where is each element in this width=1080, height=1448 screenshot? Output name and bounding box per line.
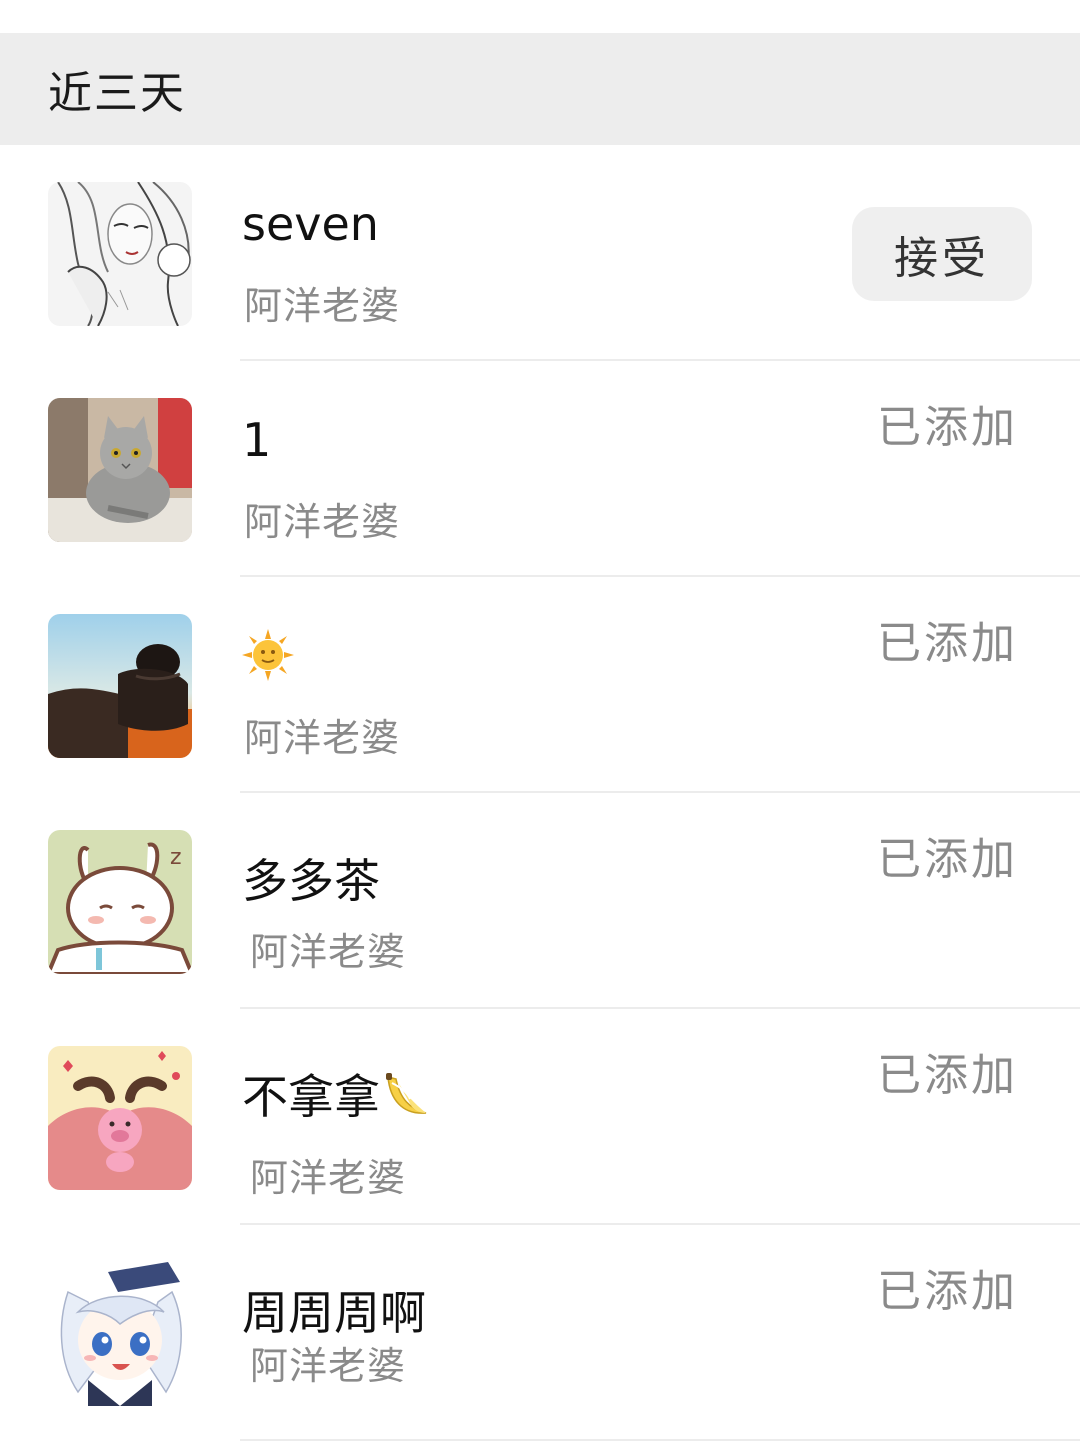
request-remark: 阿洋老婆 xyxy=(250,1344,407,1388)
sleepy-bunny-avatar[interactable]: z xyxy=(48,830,192,974)
added-status: 已添加 xyxy=(877,618,1018,669)
request-remark: 阿洋老婆 xyxy=(250,1156,407,1200)
top-spacer xyxy=(0,0,1080,33)
requester-nickname: seven xyxy=(242,197,379,251)
cat-avatar[interactable] xyxy=(48,398,192,542)
section-title: 近三天 xyxy=(48,68,186,119)
friend-request-row[interactable]: 不拿拿 阿洋老婆 已添加 xyxy=(0,1009,1080,1225)
added-status: 已添加 xyxy=(877,1050,1018,1101)
svg-text:z: z xyxy=(170,845,182,870)
sunset-person-avatar[interactable] xyxy=(48,614,192,758)
friend-request-row[interactable]: seven 阿洋老婆 接受 xyxy=(0,145,1080,361)
row-divider xyxy=(240,1439,1080,1441)
friend-request-row[interactable]: 周周周啊 阿洋老婆 已添加 xyxy=(0,1225,1080,1441)
requester-nickname: 1 xyxy=(242,413,272,467)
request-remark: 阿洋老婆 xyxy=(244,500,401,544)
friend-request-row[interactable]: z 多多茶 阿洋老婆 已添加 xyxy=(0,793,1080,1009)
manga-girl-avatar[interactable] xyxy=(48,182,192,326)
added-status: 已添加 xyxy=(877,402,1018,453)
requester-nickname: 周周周啊 xyxy=(242,1286,426,1340)
anime-girl-avatar[interactable] xyxy=(48,1262,192,1406)
requester-nickname: 多多茶 xyxy=(242,854,380,908)
added-status: 已添加 xyxy=(877,1266,1018,1317)
friend-request-list: seven 阿洋老婆 接受 1 阿洋老婆 已添加 阿洋老婆 已添加 z 多多茶 … xyxy=(0,145,1080,1441)
request-remark: 阿洋老婆 xyxy=(244,284,401,328)
banana-emoji-icon xyxy=(380,1069,432,1132)
request-remark: 阿洋老婆 xyxy=(250,930,407,974)
friend-request-row[interactable]: 阿洋老婆 已添加 xyxy=(0,577,1080,793)
sun-face-emoji-icon xyxy=(242,629,294,692)
pink-pig-avatar[interactable] xyxy=(48,1046,192,1190)
requester-nickname: 不拿拿 xyxy=(242,1061,432,1132)
accept-button[interactable]: 接受 xyxy=(852,207,1032,301)
friend-request-row[interactable]: 1 阿洋老婆 已添加 xyxy=(0,361,1080,577)
added-status: 已添加 xyxy=(877,834,1018,885)
requester-nickname xyxy=(242,629,294,692)
section-header: 近三天 xyxy=(0,33,1080,145)
request-remark: 阿洋老婆 xyxy=(244,716,401,760)
